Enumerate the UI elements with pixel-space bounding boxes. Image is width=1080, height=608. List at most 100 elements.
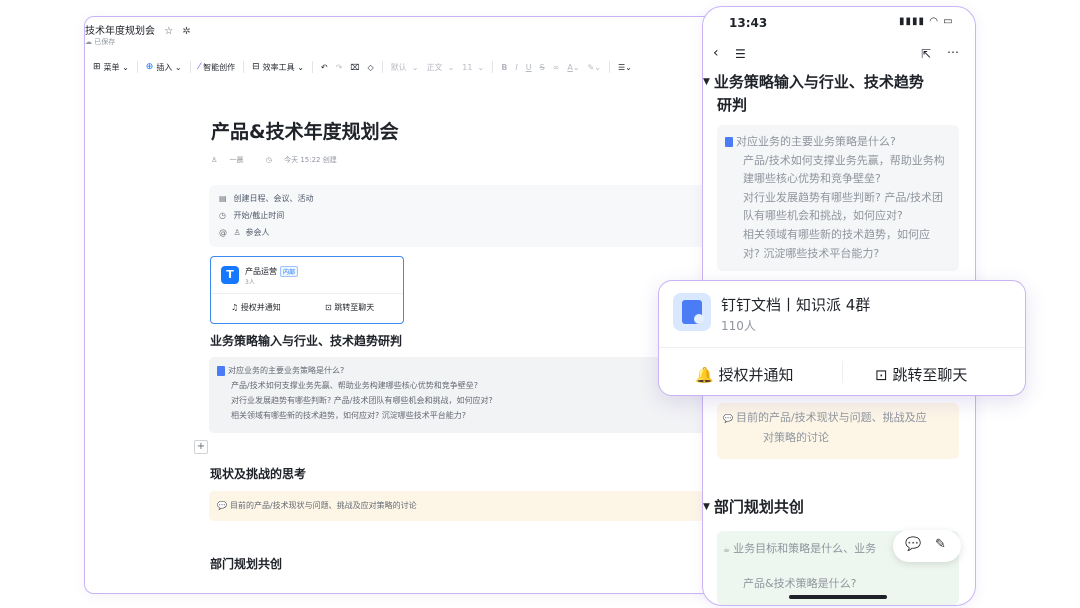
status-time: 13:43	[729, 16, 768, 30]
user-icon: ♙	[211, 156, 218, 164]
bold-icon: B	[501, 62, 508, 72]
toolbar: ⊞ 菜单 ⌄ ⊕ 插入 ⌄ ⁄ 智能创作 ⊟ 效率工具 ⌄ ↶ ↷ ⌧ ◇ 默认 ⌄ 正…	[85, 57, 745, 77]
ai-create-button[interactable]: ⁄ 智能创作	[199, 62, 236, 73]
question-line: 相关领域有哪些新的技术趋势，如何应	[743, 228, 930, 241]
font-color-button[interactable]: A ⌄	[567, 63, 579, 72]
underline-icon: U	[525, 62, 532, 72]
collapse-triangle-icon: ▼	[703, 77, 710, 87]
highlight-icon: ✎	[587, 62, 595, 72]
authorize-notify-button[interactable]: ♫ 授权并通知	[231, 302, 281, 313]
question-line: 产品/技术如何支撑业务先赢，帮助业务构	[743, 153, 945, 167]
speech-bubble-icon: 💬	[723, 414, 733, 423]
underline-button[interactable]: U	[526, 63, 532, 72]
jump-to-chat-button[interactable]: ⊡ 跳转至聊天	[875, 364, 967, 385]
divider	[381, 61, 383, 73]
page-title: 产品&技术年度规划会	[211, 121, 399, 143]
italic-button[interactable]: I	[515, 63, 517, 72]
divider	[492, 61, 494, 73]
bold-button[interactable]: B	[501, 63, 507, 72]
paragraph-select[interactable]: 正文 ⌄	[426, 62, 454, 73]
comment-icon[interactable]: 💬	[905, 537, 921, 552]
plus-circle-icon: ⊕	[145, 62, 154, 72]
status-icons: ▮▮▮▮ ◠ ▭	[899, 16, 954, 27]
more-icon[interactable]: ⋯	[947, 45, 959, 59]
menu-button[interactable]: ⊞ 菜单 ⌄	[93, 62, 129, 73]
authorize-notify-button[interactable]: 🔔 授权并通知	[695, 364, 793, 385]
settings-icon[interactable]: ✲	[182, 26, 190, 37]
floating-group-card[interactable]: 钉钉文档丨知识派 4群 110人 🔔 授权并通知 ⊡ 跳转至聊天	[658, 280, 1026, 396]
toolbox-icon: ⊟	[252, 62, 260, 72]
schedule-row[interactable]: ▤ 创建日程、会议、活动	[219, 193, 314, 204]
italic-icon: I	[515, 62, 518, 72]
back-icon[interactable]: ‹	[713, 45, 719, 61]
paint-brush-icon: ⌧	[350, 62, 360, 72]
divider	[659, 347, 1025, 348]
member-count: 3人	[245, 279, 255, 286]
add-block-button[interactable]: +	[194, 440, 208, 454]
section-heading-strategy: 业务策略输入与行业、技术趋势研判	[210, 334, 403, 348]
format-painter-button[interactable]: ⌧	[350, 63, 359, 72]
doc-meta: ♙ 一晨 ◷ 今天 15:22 创建	[211, 155, 357, 165]
link-button[interactable]: ∞	[553, 63, 560, 72]
font-color-icon: A	[567, 62, 573, 72]
divider	[136, 61, 138, 73]
question-line: 产品/技术如何支撑业务先赢、帮助业务构建哪些核心优势和竞争壁垒?	[231, 381, 478, 390]
goal-line: 产品&技术策略是什么?	[743, 577, 857, 590]
font-size-select[interactable]: 11 ⌄	[462, 63, 484, 72]
phone-heading-strategy[interactable]: ▼ 业务策略输入与行业、技术趋势 研判	[703, 71, 924, 117]
share-icon[interactable]: ⇱	[921, 47, 931, 61]
question-line: 队有哪些机会和挑战，如何应对?	[743, 209, 903, 223]
clear-format-button[interactable]: ◇	[368, 63, 374, 72]
question-line: 对? 沉淀哪些技术平台能力?	[743, 246, 880, 260]
insert-button[interactable]: ⊕ 插入 ⌄	[146, 62, 182, 73]
doc-icon	[217, 365, 225, 376]
cloud-icon: ☁	[85, 38, 92, 46]
section-heading-cocreation: 部门规划共创	[210, 557, 283, 571]
link-icon: ∞	[552, 62, 560, 72]
divider	[842, 361, 843, 383]
eraser-icon: ◇	[367, 62, 374, 72]
divider	[608, 61, 610, 73]
divider	[311, 61, 313, 73]
doc-tab-title[interactable]: 技术年度规划会 ☆ ✲	[85, 22, 191, 37]
question-line: 对行业发展趋势有哪些判断? 产品/技术团	[743, 190, 944, 204]
schedule-block[interactable]: ▤ 创建日程、会议、活动 ◷ 开始/截止时间 @ ♙ 参会人	[209, 185, 739, 247]
undo-button[interactable]: ↶	[321, 63, 328, 72]
list-icon: ☰	[617, 62, 626, 72]
clock-icon: ◷	[219, 211, 226, 220]
section-heading-challenges: 现状及挑战的思考	[210, 467, 307, 481]
undo-icon: ↶	[320, 62, 328, 72]
font-select[interactable]: 默认 ⌄	[391, 62, 419, 73]
strikethrough-button[interactable]: S	[540, 63, 545, 72]
discussion-line: 💬 目前的产品/技术现状与问题、挑战及应	[723, 409, 927, 429]
phone-heading-cocreation[interactable]: ▼ 部门规划共创	[703, 496, 804, 519]
redo-button[interactable]: ↷	[336, 63, 343, 72]
efficiency-tools-button[interactable]: ⊟ 效率工具 ⌄	[252, 62, 304, 73]
star-icon[interactable]: ☆	[164, 26, 173, 37]
redo-icon: ↷	[335, 62, 343, 72]
floating-actions: 💬 ✎	[893, 530, 961, 562]
divider	[189, 61, 191, 73]
phone-discussion-block[interactable]: 💬 目前的产品/技术现状与问题、挑战及应 对策略的讨论	[717, 403, 959, 459]
highlight-button[interactable]: ✎ ⌄	[588, 63, 601, 72]
jump-to-chat-button[interactable]: ⊡ 跳转至聊天	[325, 302, 374, 313]
divider	[243, 61, 245, 73]
group-card[interactable]: T 产品运营 内部 3人 ♫ 授权并通知 ⊡ 跳转至聊天	[210, 256, 404, 324]
author[interactable]: ♙ 一晨	[211, 156, 254, 164]
strikethrough-icon: S	[539, 62, 545, 72]
phone-question-block[interactable]: 对应业务的主要业务策略是什么? 产品/技术如何支撑业务先赢，帮助业务构 建哪些核…	[717, 125, 959, 271]
question-line: 对应业务的主要业务策略是什么?	[217, 365, 344, 376]
list-button[interactable]: ☰ ⌄	[618, 63, 632, 72]
group-avatar	[673, 293, 711, 331]
outline-icon[interactable]: ☰	[735, 47, 746, 61]
time-row[interactable]: ◷ 开始/截止时间	[219, 210, 284, 221]
desktop-window: 技术年度规划会 ☆ ✲ ☁ 已保存 ⊞ 菜单 ⌄ ⊕ 插入 ⌄ ⁄ 智能创作 ⊟ 效率工…	[84, 16, 746, 594]
goal-line: ☕ 业务目标和策略是什么、业务	[723, 540, 876, 560]
attendees-row[interactable]: @ ♙ 参会人	[219, 227, 270, 238]
bell-icon: ♫	[231, 303, 239, 312]
speech-bubble-icon: 💬	[217, 501, 227, 510]
discussion-block[interactable]: 💬 目前的产品/技术现状与问题、挑战及应对策略的讨论	[209, 491, 745, 521]
edit-pencil-icon[interactable]: ✎	[935, 537, 946, 552]
discussion-line: 💬 目前的产品/技术现状与问题、挑战及应对策略的讨论	[217, 501, 417, 510]
person-icon: ♙	[233, 228, 241, 237]
